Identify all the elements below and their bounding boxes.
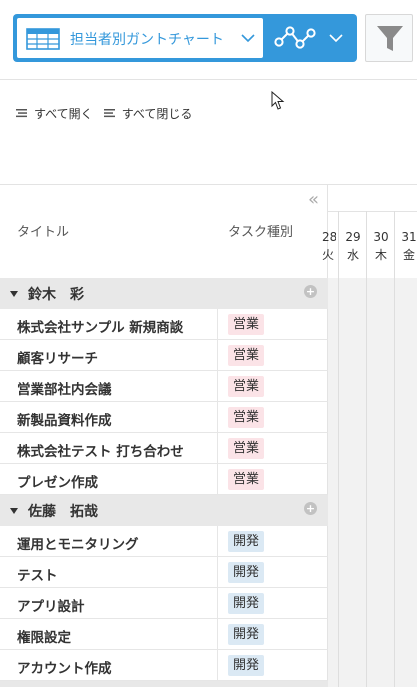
table-row[interactable]: 株式会社サンプル 新規商談 営業 (0, 309, 328, 340)
column-header-title[interactable]: タイトル (17, 221, 69, 240)
day-weekday: 金 (402, 248, 415, 262)
cell-divider (217, 433, 218, 464)
task-type-badge: 開発 (228, 655, 265, 676)
task-type-badge: 開発 (228, 531, 265, 552)
add-task-icon[interactable]: + (304, 502, 317, 515)
timeline-body[interactable] (328, 278, 417, 687)
grid-header: « タイトル タスク種別 (0, 185, 328, 278)
day-date: 31 (401, 230, 417, 244)
group-name: 佐藤 拓哉 (28, 504, 98, 520)
filter-icon (377, 26, 403, 51)
cell-divider (217, 464, 218, 495)
task-type-badge: 営業 (228, 314, 265, 335)
task-title[interactable]: 株式会社テスト 打ち合わせ (17, 440, 184, 460)
add-task-icon[interactable]: + (304, 285, 317, 298)
cell-divider (217, 402, 218, 433)
task-title[interactable]: 権限設定 (17, 626, 71, 646)
cell-divider (217, 650, 218, 681)
table-row[interactable]: 運用とモニタリング 開発 (0, 526, 328, 557)
cell-divider (217, 526, 218, 557)
group-row[interactable]: 鈴木 彩 + (0, 278, 328, 309)
day-date: 28 (322, 230, 336, 244)
table-row[interactable]: 権限設定 開発 (0, 619, 328, 650)
cell-divider (217, 340, 218, 371)
task-grid: « タイトル タスク種別 鈴木 彩 + 株式会社サンプル 新規商談 営業 顧客リ… (0, 184, 328, 687)
day-gridline (338, 211, 339, 687)
table-grid-icon (26, 28, 60, 50)
collapse-list-icon (103, 109, 115, 118)
task-title[interactable]: プレゼン作成 (17, 471, 98, 491)
timeline-header: 28 火 29 水 30 木 31 金 (322, 185, 417, 278)
table-row[interactable]: プレゼン作成 営業 (0, 464, 328, 495)
day-weekday: 火 (322, 248, 335, 262)
task-type-badge: 営業 (228, 469, 265, 490)
task-title[interactable]: アプリ設計 (17, 595, 85, 615)
table-row[interactable]: アカウント作成 開発 (0, 650, 328, 681)
task-type-badge: 営業 (228, 407, 265, 428)
collapse-panel-icon[interactable]: « (308, 189, 319, 210)
cell-divider (217, 371, 218, 402)
task-title[interactable]: 株式会社サンプル 新規商談 (17, 316, 183, 336)
task-type-badge: 開発 (228, 624, 265, 645)
line-graph-icon (274, 26, 316, 49)
graph-view-button[interactable] (265, 14, 357, 62)
task-type-badge: 営業 (228, 438, 265, 459)
collapse-all-button[interactable]: すべて閉じる (103, 105, 193, 122)
column-header-type[interactable]: タスク種別 (228, 221, 293, 240)
expand-collapse-controls: すべて開く すべて閉じる (16, 104, 203, 122)
collapse-all-label: すべて閉じる (121, 106, 193, 121)
group-row-partial (0, 681, 328, 687)
view-selector[interactable]: 担当者別ガントチャート (13, 14, 265, 62)
collapse-triangle-icon[interactable] (10, 291, 18, 297)
filter-button[interactable] (365, 14, 413, 62)
expand-all-label: すべて開く (34, 106, 93, 121)
chevron-down-icon (241, 34, 255, 43)
table-row[interactable]: 顧客リサーチ 営業 (0, 340, 328, 371)
day-gridline (366, 211, 367, 687)
task-type-badge: 開発 (228, 593, 265, 614)
view-name: 担当者別ガントチャート (70, 32, 224, 48)
table-row[interactable]: テスト 開発 (0, 557, 328, 588)
task-title[interactable]: 営業部社内会議 (17, 378, 112, 398)
cell-divider (217, 619, 218, 650)
toolbar: 担当者別ガントチャート (0, 0, 417, 80)
day-date: 29 (345, 230, 361, 244)
task-title[interactable]: テスト (17, 564, 58, 584)
day-gridline (394, 211, 395, 687)
gantt-timeline: 28 火 29 水 30 木 31 金 (322, 184, 417, 687)
day-header: 28 火 (322, 228, 336, 264)
task-type-badge: 営業 (228, 345, 265, 366)
table-row[interactable]: アプリ設計 開発 (0, 588, 328, 619)
day-weekday: 水 (346, 248, 359, 262)
month-divider (328, 211, 417, 212)
group-name: 鈴木 彩 (28, 287, 84, 303)
table-row[interactable]: 株式会社テスト 打ち合わせ 営業 (0, 433, 328, 464)
day-weekday: 木 (374, 248, 387, 262)
day-header: 29 水 (339, 228, 367, 264)
day-date: 30 (373, 230, 389, 244)
table-row[interactable]: 新製品資料作成 営業 (0, 402, 328, 433)
collapse-triangle-icon[interactable] (10, 508, 18, 514)
group-row[interactable]: 佐藤 拓哉 + (0, 495, 328, 526)
task-type-badge: 営業 (228, 376, 265, 397)
day-header: 31 金 (395, 228, 417, 264)
task-title[interactable]: 顧客リサーチ (17, 347, 98, 367)
task-title[interactable]: アカウント作成 (17, 657, 112, 677)
cell-divider (217, 309, 218, 340)
task-type-badge: 開発 (228, 562, 265, 583)
expand-all-button[interactable]: すべて開く (16, 105, 93, 122)
cell-divider (217, 588, 218, 619)
day-header: 30 木 (367, 228, 395, 264)
expand-list-icon (16, 109, 27, 118)
chevron-down-icon (329, 34, 343, 43)
cell-divider (217, 557, 218, 588)
task-title[interactable]: 運用とモニタリング (17, 533, 139, 553)
table-row[interactable]: 営業部社内会議 営業 (0, 371, 328, 402)
view-selector-inner: 担当者別ガントチャート (17, 18, 263, 58)
gantt-app: 担当者別ガントチャート すべて開く すべて閉じる « タイトル タスク種別 鈴木… (0, 0, 417, 687)
task-title[interactable]: 新製品資料作成 (17, 409, 112, 429)
mouse-cursor-icon (271, 91, 285, 110)
